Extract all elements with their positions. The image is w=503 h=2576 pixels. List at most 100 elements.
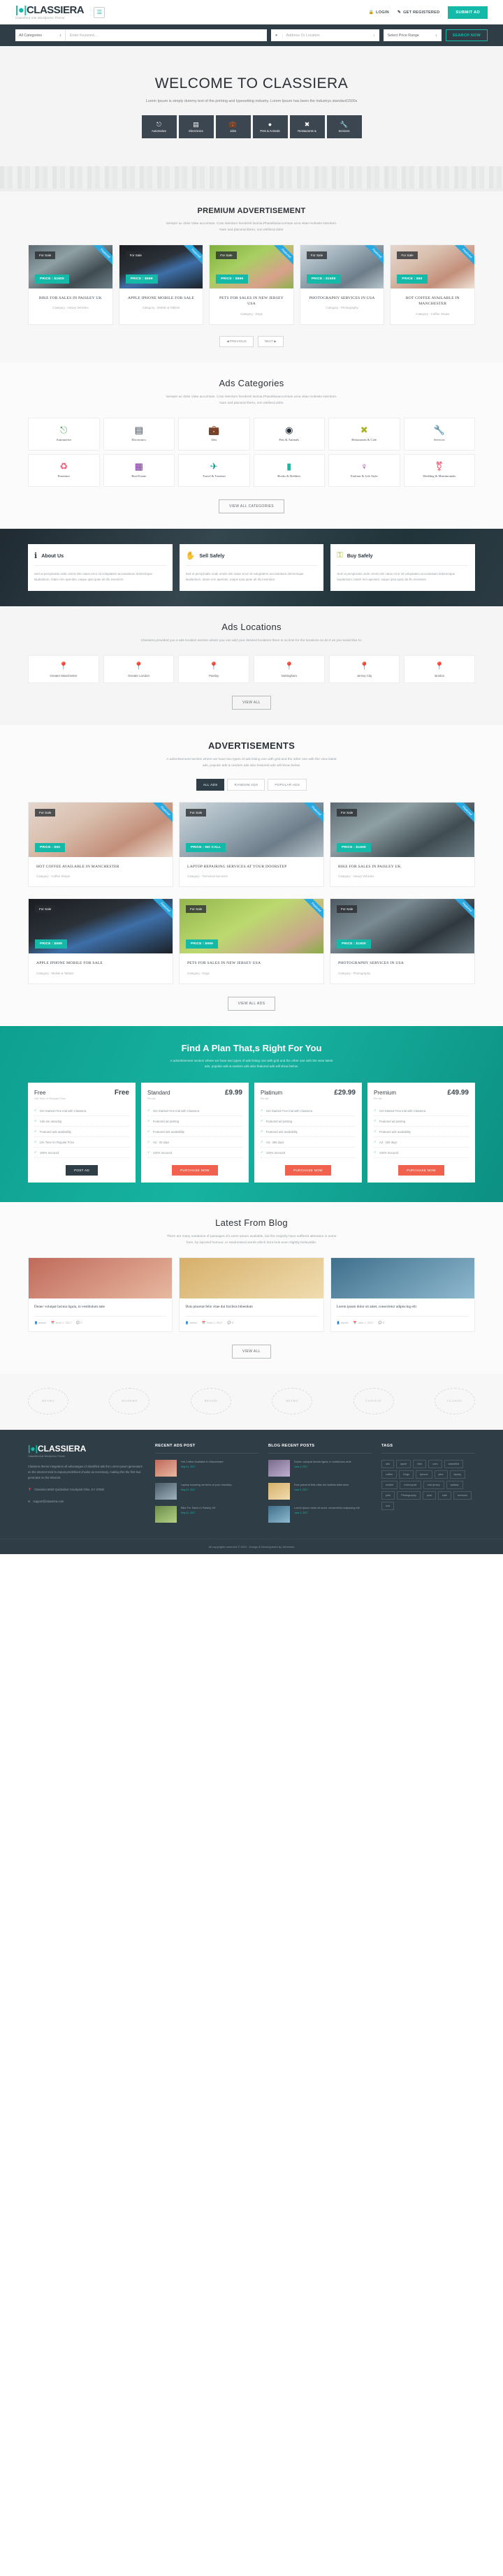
view-all-categories-button[interactable]: VIEW ALL CATEGORIES <box>218 499 284 513</box>
tag-item[interactable]: Photography <box>397 1491 421 1500</box>
post-ad-button[interactable]: POST AD <box>66 1165 98 1176</box>
hero-category-services[interactable]: 🔧 Services <box>326 115 362 139</box>
previous-button[interactable]: ◀ PREVIOUS <box>219 335 254 347</box>
footer-logo[interactable]: |●|CLASSIERA <box>28 1444 145 1454</box>
view-all-ads-button[interactable]: VIEW ALL ADS <box>227 996 276 1011</box>
location-input[interactable]: Address Or Location <box>282 33 370 38</box>
ad-title[interactable]: HOT COFFEE AVAILABLE IN MANCHESTER <box>36 864 167 870</box>
tag-item[interactable]: classified <box>444 1459 464 1468</box>
category-item-jobs[interactable]: 💼 Jobs <box>178 417 250 451</box>
footer-email[interactable]: ✉ support@classiera.com <box>28 1499 145 1505</box>
location-item-jersey-city[interactable]: 📍 Jersey City <box>328 655 400 684</box>
tag-item[interactable]: iphone <box>416 1470 432 1479</box>
category-select[interactable]: All Categories ↕ <box>15 29 66 41</box>
tag-item[interactable]: jobs <box>434 1470 448 1479</box>
category-item-wedding[interactable]: ⚧ Wedding & Matrimonials <box>403 453 475 487</box>
location-item-paisley[interactable]: 📍 Paisley <box>178 655 250 684</box>
view-all-locations-button[interactable]: VIEW ALL <box>232 696 271 710</box>
tag-item[interactable]: services <box>453 1491 472 1500</box>
next-button[interactable]: NEXT ▶ <box>257 335 284 347</box>
ad-card[interactable]: For Sale Featured PRICE : $1500 BIKE FOR… <box>28 244 113 325</box>
tag-item[interactable]: apple <box>396 1459 411 1468</box>
purchase-now-button[interactable]: PURCHASE NOW <box>172 1165 218 1176</box>
tag-item[interactable]: post <box>422 1491 436 1500</box>
ad-title[interactable]: PETS FOR SALES IN NEW JERSEY USA <box>215 295 288 307</box>
ad-card[interactable]: For Sale Featured PRICE : $50 HOT COFFEE… <box>390 244 475 325</box>
category-item-fashion[interactable]: ♀ Fashion & Life Style <box>328 453 400 487</box>
location-item-greater-manchester[interactable]: 📍 Greater Manchester <box>28 655 99 684</box>
category-item-restaurants[interactable]: ✖ Restaurants & Cafe <box>328 417 400 451</box>
tag-item[interactable]: motorcycle <box>400 1480 421 1489</box>
ad-card[interactable]: For Sale Featured PRICE : $999 PETS FOR … <box>209 244 294 325</box>
tag-item[interactable]: paisley <box>446 1480 463 1489</box>
hero-category-electronics[interactable]: ▤ Electronics <box>178 115 214 139</box>
tab-random-ads[interactable]: RANDOM ADS <box>227 779 265 791</box>
blog-card[interactable]: Lorem ipsum dolor sit amet, consectetur … <box>330 1257 475 1332</box>
ad-title[interactable]: BIKE FOR SALES IN PAISLEY UK <box>338 864 469 870</box>
ad-title[interactable]: LAPTOP REPAIRING SERVICES AT YOUR DOORST… <box>187 864 318 870</box>
hero-category-automotive[interactable]: ⎋ Automotive <box>141 115 177 139</box>
register-link[interactable]: ✎ GET REGISTERED <box>398 10 439 15</box>
ad-card[interactable]: For Sale Featured PRICE : $1500 PHOTOGRA… <box>330 898 475 984</box>
blog-post-title[interactable]: Donec volutpat lacinia ligula, in vestib… <box>34 1305 166 1310</box>
tag-item[interactable]: laptop <box>449 1470 465 1479</box>
location-item-boston[interactable]: 📍 Boston <box>404 655 476 684</box>
ad-card[interactable]: For Sale Featured PRICE : $50 HOT COFFEE… <box>28 802 173 888</box>
hamburger-icon[interactable]: ☰ <box>94 6 105 18</box>
purchase-now-button[interactable]: PURCHASE NOW <box>285 1165 331 1176</box>
site-logo[interactable]: |●|CLASSIERA Classified Ads Wordpress Th… <box>15 5 85 20</box>
ad-title[interactable]: PHOTOGRAPHY SERVICES IN USA <box>338 960 469 966</box>
category-item-travel[interactable]: ✈ Travel & Tourism <box>178 453 250 487</box>
category-item-services[interactable]: 🔧 Services <box>403 417 475 451</box>
blog-post-title[interactable]: Duis placerat felis vitae dui facilisis … <box>185 1305 317 1310</box>
footer-recent-ad-item[interactable]: Laptop repairing services at your doorst… <box>155 1482 258 1500</box>
tab-popular-ads[interactable]: POPULAR ADS <box>268 779 307 791</box>
footer-blog-item[interactable]: Lorem ipsum dolor sit amet, consectetur … <box>268 1505 372 1523</box>
footer-blog-item[interactable]: Donec volutpat lacinia ligula, in vestib… <box>268 1459 372 1477</box>
category-item-electronics[interactable]: ▤ Electronics <box>103 417 175 451</box>
hero-category-jobs[interactable]: 💼 Jobs <box>215 115 251 139</box>
ad-card[interactable]: For Sale Featured PRICE : $1500 BIKE FOR… <box>330 802 475 888</box>
ad-card[interactable]: For Sale Featured PRICE : $999 PETS FOR … <box>179 898 324 984</box>
tag-item[interactable]: Dogs <box>399 1470 414 1479</box>
chevron-updown-icon[interactable]: ↕ <box>370 34 379 38</box>
blog-post-title[interactable]: Lorem ipsum dolor sit amet, consectetur … <box>337 1305 469 1310</box>
ad-title[interactable]: APPLE IPHONE MOBILE FOR SALE <box>36 960 167 966</box>
blog-card[interactable]: Duis placerat felis vitae dui facilisis … <box>179 1257 324 1332</box>
tag-item[interactable]: usa <box>381 1501 395 1510</box>
ad-card[interactable]: For Sale Featured PRICE : $599 APPLE IPH… <box>28 898 173 984</box>
tag-item[interactable]: cars <box>428 1459 442 1468</box>
purchase-now-button[interactable]: PURCHASE NOW <box>398 1165 444 1176</box>
category-item-pets[interactable]: ◉ Pets & Animals <box>253 417 325 451</box>
location-item-greater-london[interactable]: 📍 Greater London <box>103 655 175 684</box>
footer-recent-ad-item[interactable]: Hot Coffee Available In Manchester May 3… <box>155 1459 258 1477</box>
category-item-books[interactable]: ▮ Books & Hobbies <box>253 453 325 487</box>
view-all-blog-button[interactable]: VIEW ALL <box>232 1344 271 1359</box>
ad-card[interactable]: For Sale Featured PRICE : $1500 PHOTOGRA… <box>299 244 385 325</box>
footer-recent-ad-item[interactable]: Bike For Sales In Paisley UK May 31, 201… <box>155 1505 258 1523</box>
price-range-select[interactable]: Select Price Range ↕ <box>383 29 442 41</box>
location-item-nottingham[interactable]: 📍 Nottingham <box>254 655 325 684</box>
tag-item[interactable]: ads <box>381 1459 395 1468</box>
tab-all-ads[interactable]: ALL ADS <box>196 779 225 791</box>
submit-ad-button[interactable]: SUBMIT AD <box>448 6 488 19</box>
ad-title[interactable]: PETS FOR SALES IN NEW JERSEY USA <box>187 960 318 966</box>
tag-item[interactable]: pets <box>381 1491 395 1500</box>
tag-item[interactable]: coffee <box>381 1470 398 1479</box>
tag-item[interactable]: new jersey <box>423 1480 444 1489</box>
hero-category-pets[interactable]: ● Pets & Animals <box>252 115 288 139</box>
blog-card[interactable]: Donec volutpat lacinia ligula, in vestib… <box>28 1257 173 1332</box>
ad-title[interactable]: BIKE FOR SALES IN PAISLEY UK <box>34 295 107 301</box>
ad-title[interactable]: APPLE IPHONE MOBILE FOR SALE <box>125 295 198 301</box>
ad-title[interactable]: PHOTOGRAPHY SERVICES IN USA <box>306 295 379 301</box>
tag-item[interactable]: bike <box>413 1459 427 1468</box>
ad-card[interactable]: For Sale Featured PRICE : NO CALL LAPTOP… <box>179 802 324 888</box>
tag-item[interactable]: mobile <box>381 1480 398 1489</box>
login-link[interactable]: 🔒 LOGIN <box>368 10 388 15</box>
ad-title[interactable]: HOT COFFEE AVAILABLE IN MANCHESTER <box>396 295 469 307</box>
search-now-button[interactable]: SEARCH NOW <box>445 29 488 41</box>
category-item-real-estate[interactable]: ▦ Real Estate <box>103 453 175 487</box>
category-item-furniture[interactable]: ♻ Furniture <box>28 453 100 487</box>
search-input[interactable]: Enter Keyword... <box>66 34 267 38</box>
ad-card[interactable]: For Sale Featured PRICE : $599 APPLE IPH… <box>118 244 204 325</box>
